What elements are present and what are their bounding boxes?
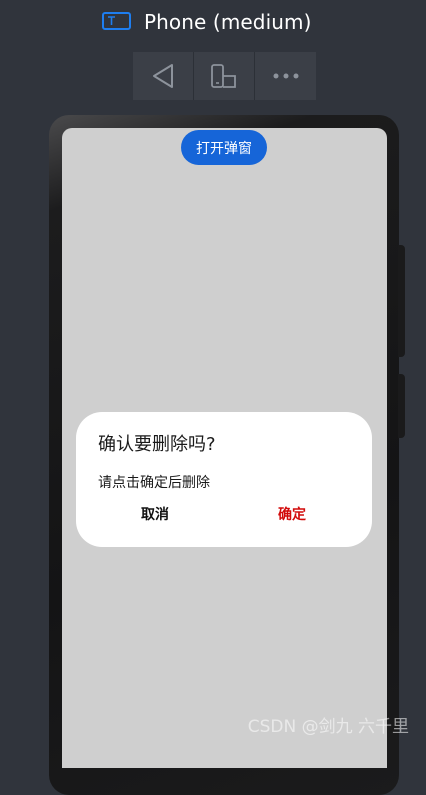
device-title: Phone (medium) [144, 10, 312, 34]
text-device-icon [102, 12, 131, 30]
device-rotate-icon [211, 64, 236, 88]
phone-screen: 打开弹窗 确认要删除吗? 请点击确定后删除 取消 确定 [62, 128, 387, 768]
volume-key[interactable] [398, 245, 405, 357]
dialog-message: 请点击确定后删除 [98, 475, 210, 491]
rotate-device-button[interactable] [194, 52, 255, 100]
dialog-title: 确认要删除吗? [98, 434, 216, 455]
preview-toolbar [133, 52, 316, 100]
back-triangle-icon [153, 64, 173, 88]
back-button[interactable] [133, 52, 194, 100]
confirm-button[interactable]: 确定 [232, 502, 352, 526]
cancel-button[interactable]: 取消 [95, 502, 215, 526]
watermark: CSDN @剑九 六千里 [247, 717, 409, 737]
more-button[interactable] [255, 52, 316, 100]
open-dialog-button[interactable]: 打开弹窗 [181, 130, 267, 165]
more-dots-icon [273, 73, 298, 79]
device-header: Phone (medium) [0, 0, 426, 44]
confirm-delete-dialog: 确认要删除吗? 请点击确定后删除 取消 确定 [76, 412, 372, 547]
power-key[interactable] [398, 374, 405, 438]
